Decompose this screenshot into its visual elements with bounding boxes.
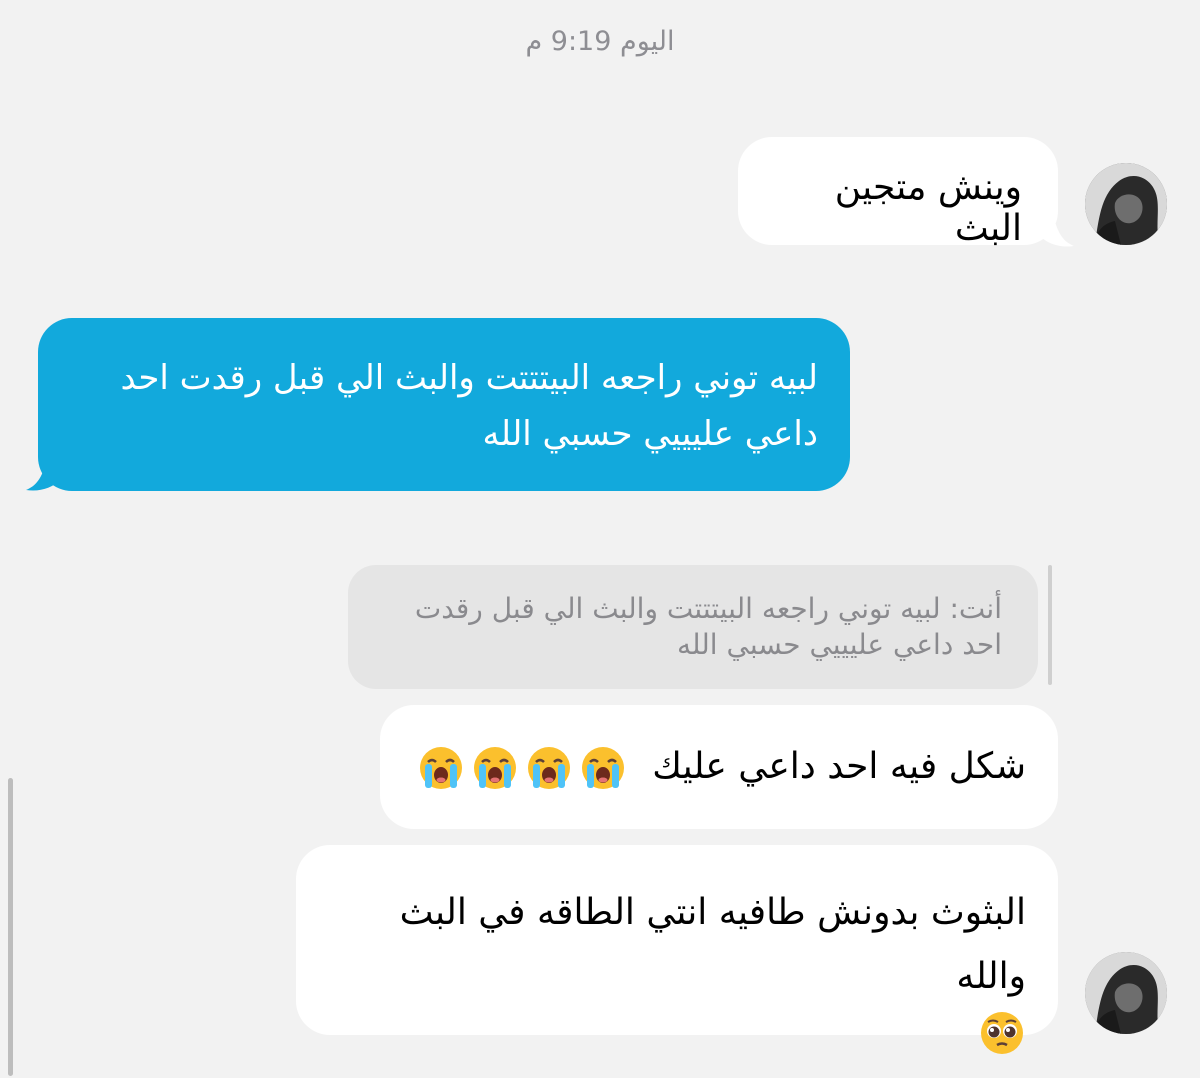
reply-quote[interactable]: أنت: لبيه توني راجعه البيتتتت والبث الي … (348, 565, 1038, 689)
message-text-line-2: داعي عليييي حسبي الله (482, 414, 818, 454)
contact-avatar[interactable] (1085, 163, 1167, 245)
avatar-photo-icon (1085, 163, 1167, 245)
outgoing-message-bubble[interactable]: لبيه توني راجعه البيتتتت والبث الي قبل ر… (38, 318, 850, 491)
timestamp: اليوم 9:19 م (525, 26, 675, 57)
incoming-message-bubble[interactable]: البثوث بدونش طافيه انتي الطاقه في البث و… (296, 845, 1058, 1054)
bubble-tail (1040, 218, 1074, 247)
contact-avatar[interactable] (1085, 952, 1167, 1034)
loudly-crying-face-icon (581, 747, 624, 789)
scroll-indicator[interactable] (8, 778, 13, 1076)
message-text-line-1: لبيه توني راجعه البيتتتت والبث الي قبل ر… (120, 358, 818, 398)
emoji-line (326, 1009, 1026, 1078)
incoming-message-bubble[interactable]: شكل فيه احد داعي عليك (380, 705, 1058, 829)
loudly-crying-face-icon (527, 747, 570, 789)
emoji-row (417, 744, 627, 792)
pleading-face-icon (981, 1012, 1023, 1054)
loudly-crying-face-icon (419, 747, 462, 789)
loudly-crying-face-icon (473, 747, 516, 789)
bubble-tail (26, 462, 60, 491)
avatar-photo-icon (1085, 952, 1167, 1034)
reply-indicator-bar (1048, 565, 1052, 685)
message-text: وينش متجين البث (834, 167, 1022, 249)
incoming-message-bubble[interactable]: وينش متجين البث (738, 137, 1058, 249)
reply-quote-line-1: أنت: لبيه توني راجعه البيتتتت والبث الي … (414, 592, 1002, 625)
message-text: شكل فيه احد داعي عليك (652, 746, 1026, 787)
message-text: البثوث بدونش طافيه انتي الطاقه في البث و… (399, 892, 1026, 997)
reply-quote-line-2: احد داعي عليييي حسبي الله (676, 628, 1002, 661)
